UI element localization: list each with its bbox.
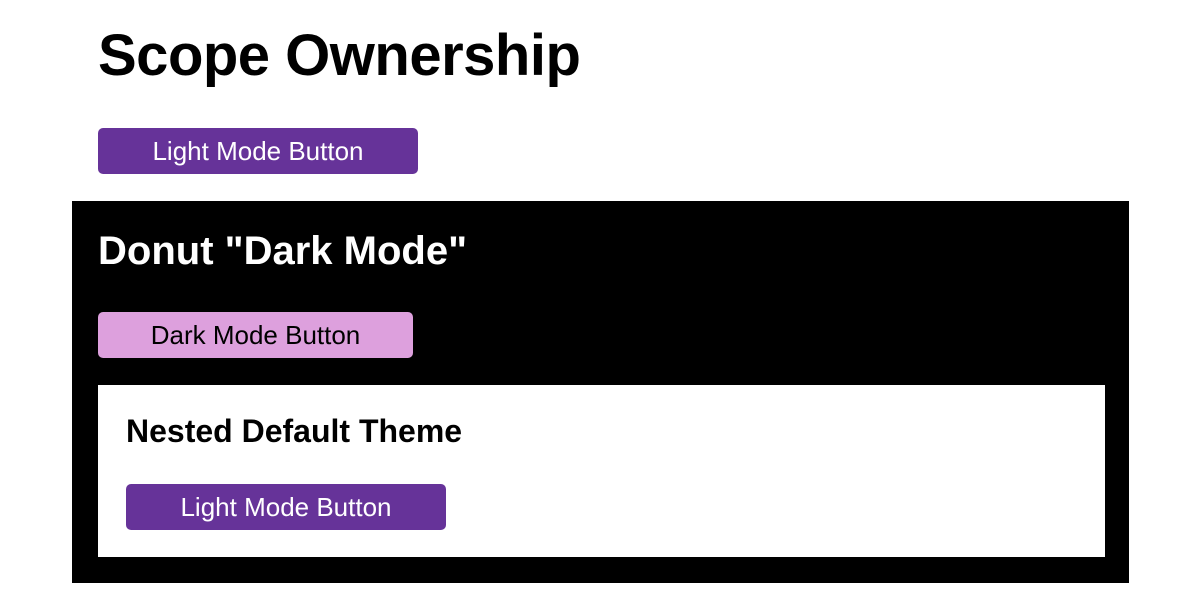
- dark-mode-section: Donut "Dark Mode" Dark Mode Button Neste…: [72, 201, 1129, 583]
- nested-section-title: Nested Default Theme: [126, 413, 463, 449]
- nested-default-theme-section: Nested Default Theme Light Mode Button: [98, 385, 1105, 557]
- dark-mode-button[interactable]: Dark Mode Button: [98, 312, 413, 358]
- dark-mode-section-title: Donut "Dark Mode": [98, 229, 468, 273]
- light-mode-button[interactable]: Light Mode Button: [98, 128, 418, 174]
- nested-light-mode-button[interactable]: Light Mode Button: [126, 484, 446, 530]
- page-title: Scope Ownership: [98, 23, 581, 88]
